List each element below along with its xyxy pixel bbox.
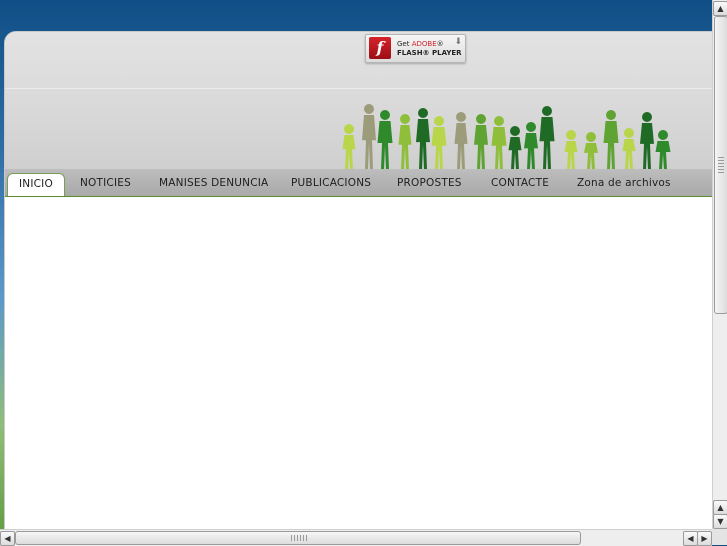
scroll-right-button[interactable]: ▶ [697,531,712,546]
person-silhouette [491,116,507,170]
person-silhouette [362,104,376,170]
person-silhouette [564,130,578,170]
person-silhouette [640,112,654,170]
scrollbar-corner [712,529,727,545]
flash-player-icon: f [369,37,391,59]
tab-noticies[interactable]: NOTICIES [80,173,131,196]
person-silhouette [431,116,447,170]
vertical-scrollbar[interactable]: ▲ ▲ ▼ [712,0,727,529]
person-silhouette [655,130,671,170]
person-silhouette [508,126,522,170]
person-silhouette [454,112,468,170]
scroll-up-button[interactable]: ▲ [713,1,727,16]
person-silhouette [603,110,619,170]
person-silhouette [377,110,393,170]
tab-inicio[interactable]: INICIO [7,173,65,196]
scroll-down-button[interactable]: ▼ [713,514,727,529]
person-silhouette [524,122,538,170]
vertical-scroll-thumb[interactable] [714,16,727,314]
grip-icon [291,535,307,541]
person-silhouette [474,114,488,170]
people-silhouettes-banner [342,104,671,170]
main-navigation: INICIO NOTICIES MANISES DENUNCIA PUBLICA… [5,169,713,197]
person-silhouette [584,132,598,170]
main-content-area [5,197,713,530]
horizontal-scrollbar[interactable]: ◀ ◀ ▶ [0,529,712,546]
site-header: f Get ADOBE® FLASH® PLAYER ⬇ [5,32,713,170]
scroll-up-button-lower[interactable]: ▲ [713,500,727,515]
person-silhouette [398,114,412,170]
page-frame: f Get ADOBE® FLASH® PLAYER ⬇ INICIO NOTI… [4,31,713,530]
scroll-left-button[interactable]: ◀ [0,531,15,546]
download-arrow-icon: ⬇ [454,37,462,47]
tab-propostes[interactable]: PROPOSTES [397,173,462,196]
flash-badge-line1: Get ADOBE® [397,40,444,48]
grip-icon [718,157,724,173]
tab-zona-de-archivos[interactable]: Zona de archivos [577,173,671,196]
scroll-left-button-right[interactable]: ◀ [683,531,698,546]
horizontal-scroll-thumb[interactable] [15,531,581,545]
person-silhouette [539,106,555,170]
tab-contacte[interactable]: CONTACTE [491,173,549,196]
header-divider [5,88,713,89]
tab-publicacions[interactable]: PUBLICACIONS [291,173,371,196]
flash-badge-line2: FLASH® PLAYER [397,49,462,57]
person-silhouette [622,128,636,170]
tab-manises-denuncia[interactable]: MANISES DENUNCIA [159,173,268,196]
get-flash-player-button[interactable]: f Get ADOBE® FLASH® PLAYER ⬇ [365,34,466,63]
person-silhouette [342,124,356,170]
person-silhouette [416,108,430,170]
